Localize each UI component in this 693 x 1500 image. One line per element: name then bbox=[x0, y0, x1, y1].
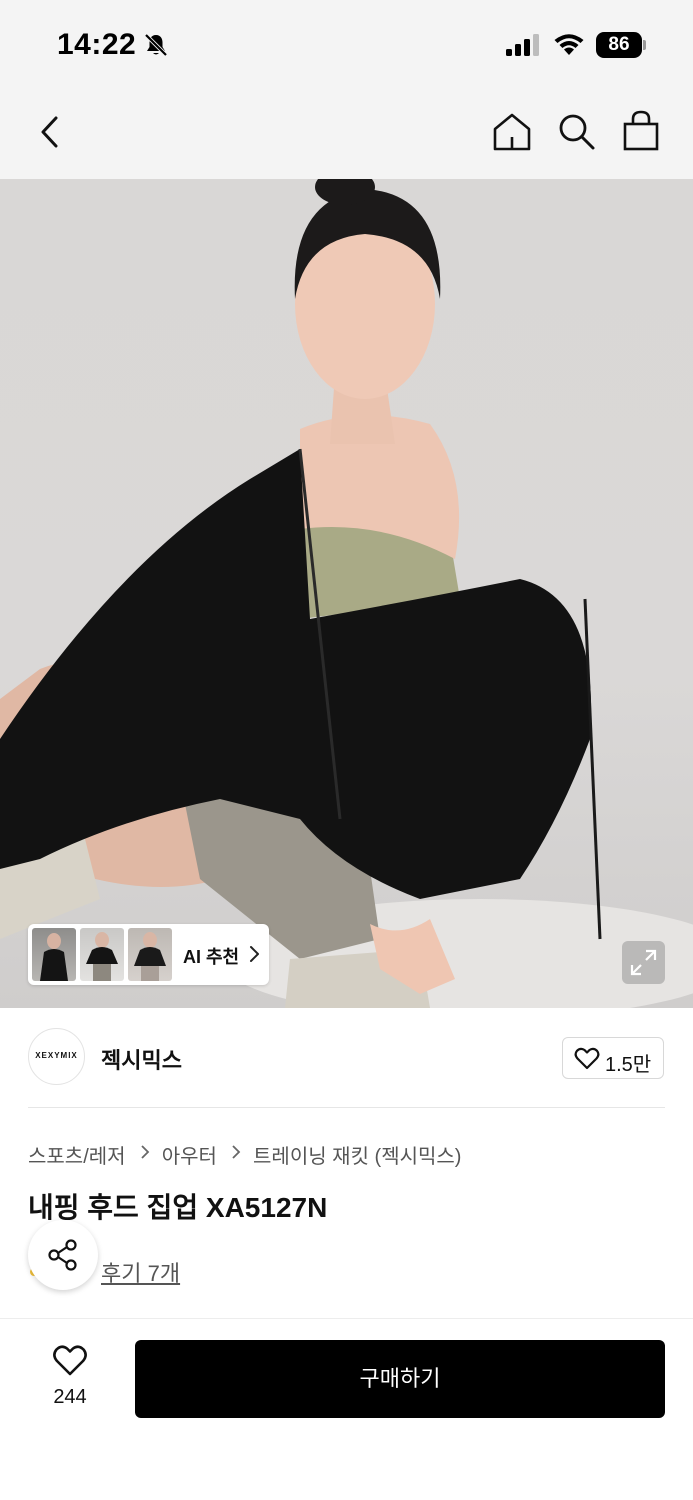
bell-off-icon bbox=[144, 33, 168, 57]
buy-button[interactable]: 구매하기 bbox=[135, 1340, 665, 1418]
shopping-bag-icon bbox=[623, 110, 659, 151]
divider bbox=[28, 1107, 665, 1108]
home-button[interactable] bbox=[490, 110, 534, 154]
brand-like-count: 1.5만 bbox=[605, 1054, 652, 1076]
chevron-right-icon bbox=[250, 946, 259, 962]
bottom-bar-divider bbox=[0, 1318, 693, 1319]
home-icon bbox=[493, 113, 531, 151]
search-button[interactable] bbox=[555, 110, 599, 154]
share-icon bbox=[48, 1239, 77, 1271]
review-link[interactable]: 후기 7개 bbox=[101, 1256, 180, 1288]
battery-level: 86 bbox=[596, 32, 642, 58]
battery-tip bbox=[643, 40, 646, 50]
expand-image-button[interactable] bbox=[622, 941, 665, 984]
status-time: 14:22 bbox=[57, 28, 137, 61]
ai-recommendation-button[interactable]: AI 추천 bbox=[28, 924, 269, 985]
product-image[interactable]: AI 추천 bbox=[0, 179, 693, 1008]
recommendation-thumbnail bbox=[32, 928, 76, 981]
back-button[interactable] bbox=[34, 112, 70, 152]
recommendation-thumbnail bbox=[80, 928, 124, 981]
shopping-bag-button[interactable] bbox=[619, 108, 663, 154]
chevron-right-icon bbox=[140, 1143, 150, 1166]
share-button[interactable] bbox=[28, 1220, 98, 1290]
ai-recommendation-label: AI 추천 bbox=[183, 947, 240, 967]
brand-like-button[interactable]: 1.5만 bbox=[562, 1037, 664, 1079]
recommendation-thumbnail bbox=[128, 928, 172, 981]
model-photo bbox=[0, 179, 693, 1008]
heart-icon bbox=[53, 1345, 87, 1376]
battery-indicator: 86 bbox=[596, 32, 646, 58]
breadcrumb: 스포츠/레저 아우터 트레이닝 재킷 (젝시믹스) bbox=[28, 1140, 461, 1168]
wishlist-count: 244 bbox=[53, 1386, 87, 1408]
wishlist-button[interactable]: 244 bbox=[34, 1340, 106, 1420]
search-icon bbox=[559, 114, 595, 150]
breadcrumb-item[interactable]: 스포츠/레저 bbox=[28, 1140, 126, 1169]
status-bar: 14:22 86 bbox=[0, 0, 693, 90]
breadcrumb-item[interactable]: 아우터 bbox=[162, 1140, 217, 1169]
product-title: 내핑 후드 집업 XA5127N bbox=[28, 1192, 328, 1223]
cellular-signal-icon bbox=[506, 34, 539, 56]
expand-icon bbox=[630, 949, 657, 976]
wifi-icon bbox=[554, 34, 584, 55]
brand-logo[interactable]: XEXYMIX bbox=[28, 1028, 85, 1085]
heart-icon bbox=[574, 1047, 600, 1070]
brand-row: XEXYMIX 젝시믹스 1.5만 bbox=[0, 1008, 693, 1108]
chevron-left-icon bbox=[41, 116, 58, 148]
brand-logo-text: XEXYMIX bbox=[35, 1051, 78, 1060]
top-navigation bbox=[0, 90, 693, 179]
breadcrumb-item[interactable]: 트레이닝 재킷 (젝시믹스) bbox=[253, 1140, 461, 1169]
chevron-right-icon bbox=[231, 1143, 241, 1166]
brand-name[interactable]: 젝시믹스 bbox=[101, 1043, 182, 1075]
